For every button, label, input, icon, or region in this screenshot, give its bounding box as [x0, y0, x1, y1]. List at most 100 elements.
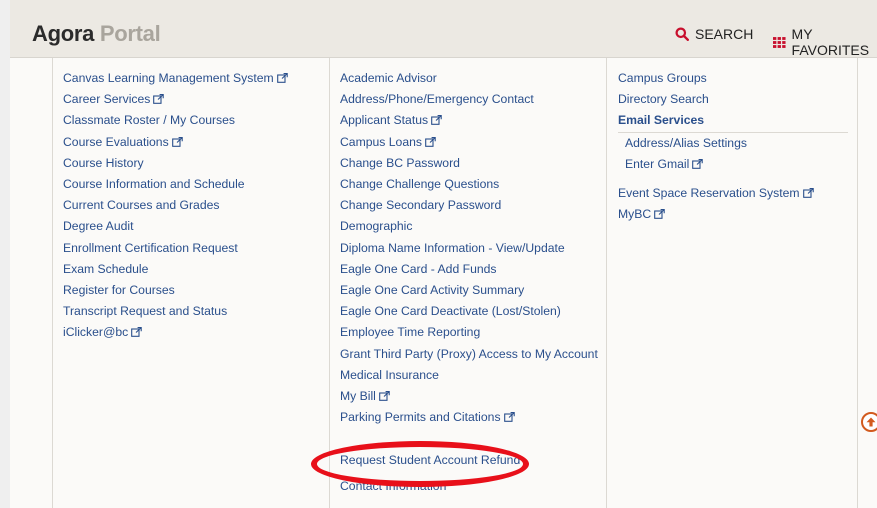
link-label: Medical Insurance	[340, 367, 439, 382]
link-directory-search[interactable]: Directory Search	[618, 89, 848, 110]
brand-main-text: Agora	[32, 21, 95, 46]
link-label: Eagle One Card Activity Summary	[340, 283, 525, 298]
link-event-space-reservation[interactable]: Event Space Reservation System	[618, 183, 848, 204]
external-link-icon	[802, 188, 814, 198]
link-mybc[interactable]: MyBC	[618, 204, 848, 225]
link-change-bc-password[interactable]: Change BC Password	[340, 153, 598, 174]
link-label: Academic Advisor	[340, 71, 437, 85]
link-label: Contact Information	[340, 478, 447, 493]
link-course-information-and-schedule[interactable]: Course Information and Schedule	[63, 174, 288, 195]
link-grant-third-party-proxy-access-to-my-account[interactable]: Grant Third Party (Proxy) Access to My A…	[340, 344, 598, 365]
link-label: Grant Third Party (Proxy) Access to My A…	[340, 346, 598, 361]
link-label: Register for Courses	[63, 283, 175, 298]
link-label: Change Secondary Password	[340, 198, 502, 213]
academics-column: Canvas Learning Management System Career …	[52, 58, 320, 508]
link-course-evaluations[interactable]: Course Evaluations	[63, 132, 288, 153]
link-label: Campus Loans	[340, 134, 422, 149]
link-label: Transcript Request and Status	[63, 304, 228, 319]
portal-header: Agora Portal SEARCH MY FAVORITES	[10, 0, 877, 58]
section-title-label: Email Services	[618, 113, 705, 128]
link-label: Canvas Learning Management System	[63, 71, 274, 85]
link-enrollment-certification-request[interactable]: Enrollment Certification Request	[63, 238, 288, 259]
personal-services-column: Academic Advisor Address/Phone/Emergency …	[329, 58, 599, 508]
link-degree-audit[interactable]: Degree Audit	[63, 216, 288, 237]
link-employee-time-reporting[interactable]: Employee Time Reporting	[340, 322, 598, 343]
personal-services-link-list: Academic Advisor Address/Phone/Emergency …	[340, 68, 598, 493]
link-label: Directory Search	[618, 92, 709, 107]
link-address-alias-settings[interactable]: Address/Alias Settings	[618, 133, 848, 154]
link-label: Employee Time Reporting	[340, 325, 481, 340]
link-medical-insurance[interactable]: Medical Insurance	[340, 365, 598, 386]
external-link-icon	[171, 136, 183, 147]
link-campus-groups[interactable]: Campus Groups	[618, 68, 848, 89]
link-request-student-account-refund[interactable]: Request Student Account Refund	[340, 450, 598, 471]
section-email-services: Email Services	[618, 110, 848, 133]
communication-link-list: Campus Groups Directory Search Email Ser…	[618, 68, 848, 225]
portal-logo[interactable]: Agora Portal	[32, 21, 161, 47]
link-label: Event Space Reservation System	[618, 186, 800, 201]
link-iclicker-bc[interactable]: iClicker@bc	[63, 322, 288, 343]
link-label: Course Information and Schedule	[63, 177, 245, 192]
link-campus-loans[interactable]: Campus Loans	[340, 132, 598, 153]
link-label: iClicker@bc	[63, 325, 129, 340]
link-eagle-one-card-add-funds[interactable]: Eagle One Card - Add Funds	[340, 259, 598, 280]
link-applicant-status[interactable]: Applicant Status	[340, 110, 598, 131]
link-label: Address/Alias Settings	[625, 135, 747, 150]
link-eagle-one-card-activity-summary[interactable]: Eagle One Card Activity Summary	[340, 280, 598, 301]
link-label: My Bill	[340, 389, 376, 404]
external-link-icon	[692, 158, 704, 169]
link-label: Classmate Roster / My Courses	[63, 113, 236, 128]
link-academic-advisor[interactable]: Academic Advisor	[340, 68, 598, 89]
link-eagle-one-card-deactivate-lost-stolen[interactable]: Eagle One Card Deactivate (Lost/Stolen)	[340, 301, 598, 322]
link-classmate-roster-my-courses[interactable]: Classmate Roster / My Courses	[63, 110, 288, 131]
link-label: Address/Phone/Emergency Contact	[340, 92, 534, 107]
link-label: Eagle One Card - Add Funds	[340, 261, 497, 276]
link-my-bill[interactable]: My Bill	[340, 386, 598, 407]
link-canvas-learning-management-system[interactable]: Canvas Learning Management System	[63, 68, 288, 89]
my-favorites-button[interactable]: MY FAVORITES	[773, 26, 877, 58]
link-transcript-request-and-status[interactable]: Transcript Request and Status	[63, 301, 288, 322]
scroll-to-top-button[interactable]	[861, 412, 877, 432]
external-link-icon	[153, 94, 165, 105]
external-link-icon	[431, 115, 442, 126]
link-label: Change BC Password	[340, 155, 460, 170]
link-contact-information[interactable]: Contact Information	[340, 478, 598, 493]
link-exam-schedule[interactable]: Exam Schedule	[63, 259, 288, 280]
link-label: Eagle One Card Deactivate (Lost/Stolen)	[340, 304, 561, 319]
external-link-icon	[379, 391, 390, 401]
link-change-challenge-questions[interactable]: Change Challenge Questions	[340, 174, 598, 195]
link-enter-gmail[interactable]: Enter Gmail	[618, 154, 848, 175]
external-link-icon	[503, 412, 515, 423]
link-career-services[interactable]: Career Services	[63, 89, 288, 110]
link-obscured[interactable]	[340, 428, 598, 449]
link-demographic[interactable]: Demographic	[340, 216, 598, 237]
link-course-history[interactable]: Course History	[63, 153, 288, 174]
link-label: Enrollment Certification Request	[63, 240, 238, 255]
link-label: Request Student Account Refund	[340, 452, 521, 467]
link-label: Course History	[63, 155, 144, 170]
external-link-icon	[654, 209, 665, 220]
link-current-courses-and-grades[interactable]: Current Courses and Grades	[63, 195, 288, 216]
link-change-secondary-password[interactable]: Change Secondary Password	[340, 195, 598, 216]
link-label: Campus Groups	[618, 71, 707, 85]
link-label: Applicant Status	[340, 113, 429, 128]
spacer	[618, 175, 848, 183]
link-label: Career Services	[63, 92, 151, 107]
external-link-icon	[425, 136, 436, 147]
link-label: Degree Audit	[63, 219, 134, 234]
link-label: MyBC	[618, 207, 652, 222]
link-label: Enter Gmail	[625, 156, 690, 171]
link-address-phone-emergency-contact[interactable]: Address/Phone/Emergency Contact	[340, 89, 598, 110]
search-button[interactable]: SEARCH	[675, 26, 753, 42]
favorites-label: MY FAVORITES	[791, 26, 870, 58]
link-parking-permits-and-citations[interactable]: Parking Permits and Citations	[340, 407, 598, 428]
link-diploma-name-information-view-update[interactable]: Diploma Name Information - View/Update	[340, 238, 598, 259]
brand-sub-text: Portal	[99, 21, 161, 46]
grid-icon	[773, 36, 786, 48]
search-label: SEARCH	[695, 26, 754, 42]
link-label: Exam Schedule	[63, 261, 149, 276]
link-register-for-courses[interactable]: Register for Courses	[63, 280, 288, 301]
link-label: Current Courses and Grades	[63, 198, 220, 213]
link-label: Change Challenge Questions	[340, 177, 500, 192]
arrow-up-icon	[866, 417, 876, 427]
